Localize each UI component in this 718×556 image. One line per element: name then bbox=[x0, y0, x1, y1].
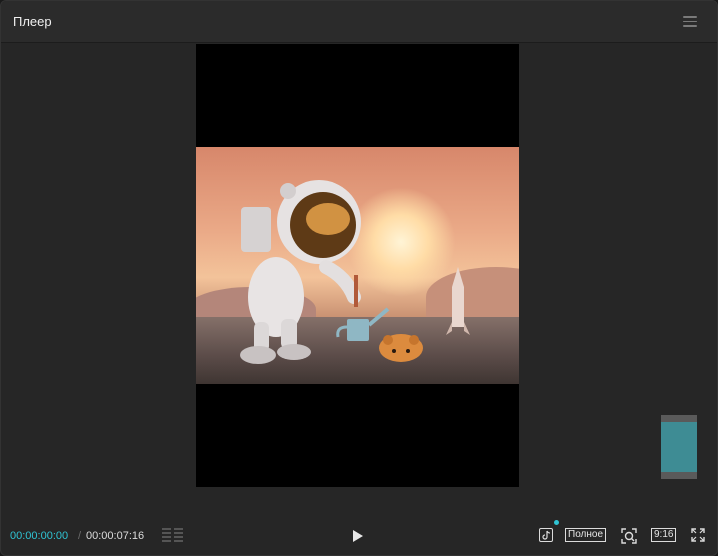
aspect-ratio-button[interactable]: 9:16 bbox=[651, 528, 677, 542]
video-viewer[interactable] bbox=[196, 44, 519, 487]
zoom-icon[interactable] bbox=[621, 528, 637, 544]
fullscreen-icon[interactable] bbox=[691, 528, 705, 542]
video-frame bbox=[196, 147, 519, 384]
total-timecode: 00:00:07:16 bbox=[86, 530, 145, 542]
astronaut-image bbox=[240, 180, 470, 364]
notification-dot bbox=[554, 520, 559, 525]
hamburger-menu-icon[interactable] bbox=[683, 16, 697, 27]
player-panel: Плеер 00:00:00:00 / 00:00:07:16 Полное 9… bbox=[0, 0, 718, 556]
fit-mode-button[interactable]: Полное bbox=[565, 528, 607, 542]
player-header: Плеер bbox=[1, 1, 717, 43]
player-controls: 00:00:00:00 / 00:00:07:16 Полное 9:16 bbox=[1, 516, 717, 554]
panel-title: Плеер bbox=[13, 14, 52, 29]
clip-preview-thumbnail[interactable] bbox=[661, 415, 697, 479]
timecode-separator: / bbox=[78, 530, 82, 542]
timecode-grid-icon[interactable] bbox=[162, 528, 184, 543]
tiktok-icon[interactable] bbox=[539, 528, 553, 542]
current-timecode: 00:00:00:00 bbox=[10, 530, 69, 542]
play-icon[interactable] bbox=[352, 529, 364, 543]
